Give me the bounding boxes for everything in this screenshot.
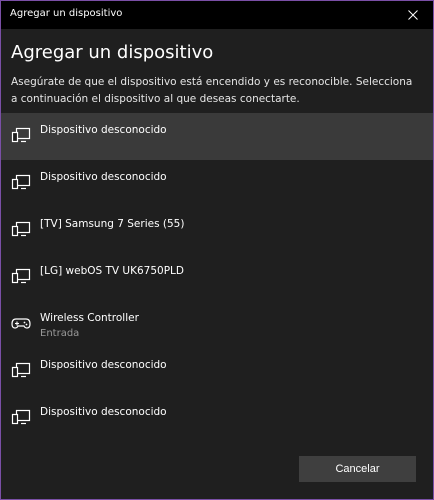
device-name: Dispositivo desconocido — [40, 171, 167, 183]
device-name: Dispositivo desconocido — [40, 406, 167, 418]
display-device-icon — [11, 268, 31, 284]
display-device-icon — [11, 174, 31, 190]
device-item[interactable]: Dispositivo desconocido — [1, 113, 433, 160]
device-item[interactable]: Dispositivo desconocido — [1, 160, 433, 207]
device-item[interactable]: Dispositivo desconocido — [1, 348, 433, 395]
close-button[interactable] — [393, 1, 433, 29]
display-device-icon — [11, 221, 31, 237]
device-type: Entrada — [40, 328, 80, 339]
device-name: Dispositivo desconocido — [40, 124, 167, 136]
device-name: Dispositivo desconocido — [40, 359, 167, 371]
device-list: Dispositivo desconocido Dispositivo desc… — [1, 113, 433, 442]
display-device-icon — [11, 409, 31, 425]
device-item[interactable]: [LG] webOS TV UK6750PLD — [1, 254, 433, 301]
display-device-icon — [11, 362, 31, 378]
close-icon — [408, 10, 418, 20]
display-device-icon — [11, 127, 31, 143]
dialog-heading: Agregar un dispositivo — [11, 42, 214, 63]
window-title: Agregar un dispositivo — [10, 8, 123, 19]
add-device-dialog: Agregar un dispositivo Agregar un dispos… — [0, 0, 434, 500]
device-item[interactable]: Wireless Controller Entrada — [1, 301, 433, 348]
gamepad-icon — [11, 318, 31, 329]
dialog-description: Asegúrate de que el dispositivo está enc… — [11, 76, 413, 105]
title-bar: Agregar un dispositivo — [1, 1, 433, 29]
device-item[interactable]: [TV] Samsung 7 Series (55) — [1, 207, 433, 254]
cancel-button[interactable]: Cancelar — [299, 456, 416, 482]
device-item[interactable]: Dispositivo desconocido — [1, 395, 433, 442]
device-name: Wireless Controller — [40, 312, 139, 324]
device-name: [TV] Samsung 7 Series (55) — [40, 218, 185, 230]
device-name: [LG] webOS TV UK6750PLD — [40, 265, 184, 277]
